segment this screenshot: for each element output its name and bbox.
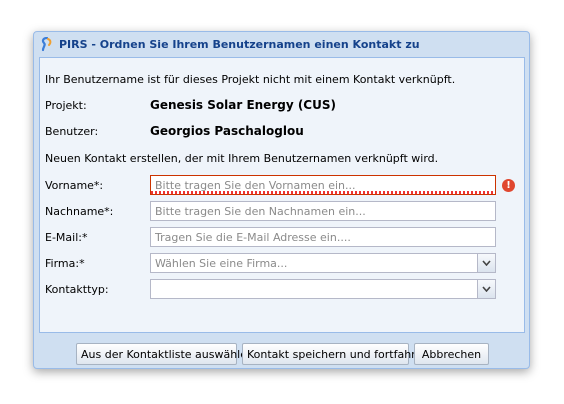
company-dropdown-trigger[interactable]	[477, 254, 495, 272]
project-label: Projekt:	[45, 99, 87, 112]
error-icon: !	[502, 179, 515, 192]
save-and-continue-button[interactable]: Kontakt speichern und fortfahren	[242, 343, 429, 365]
contact-type-label: Kontakttyp:	[45, 283, 109, 296]
invalid-underline	[151, 191, 495, 194]
user-value: Georgios Paschaloglou	[150, 124, 304, 138]
lastname-input[interactable]: Bitte tragen Sie den Nachnamen ein...	[150, 201, 496, 221]
select-from-contact-list-button[interactable]: Aus der Kontaktliste auswählen	[76, 343, 254, 365]
dialog-title: PIRS - Ordnen Sie Ihrem Benutzernamen ei…	[59, 37, 420, 51]
dialog-body: Ihr Benutzername ist für dieses Projekt …	[39, 57, 525, 333]
email-input[interactable]: Tragen Sie die E-Mail Adresse ein....	[150, 227, 496, 247]
pirs-logo-icon	[40, 36, 54, 52]
firstname-label: Vorname*:	[45, 179, 104, 192]
lastname-placeholder: Bitte tragen Sie den Nachnamen ein...	[155, 205, 366, 218]
cancel-button[interactable]: Abbrechen	[414, 343, 489, 365]
email-label: E-Mail:*	[45, 231, 88, 244]
dialog-window: PIRS - Ordnen Sie Ihrem Benutzernamen ei…	[33, 31, 530, 369]
chevron-down-icon	[482, 286, 491, 292]
firstname-input[interactable]: Bitte tragen Sie den Vornamen ein...	[150, 175, 496, 195]
project-value: Genesis Solar Energy (CUS)	[150, 98, 336, 112]
lastname-label: Nachname*:	[45, 205, 114, 218]
dialog-titlebar[interactable]: PIRS - Ordnen Sie Ihrem Benutzernamen ei…	[34, 32, 529, 56]
company-placeholder: Wählen Sie eine Firma...	[155, 257, 288, 270]
company-combo[interactable]: Wählen Sie eine Firma...	[150, 253, 496, 273]
new-contact-text: Neuen Kontakt erstellen, der mit Ihrem B…	[45, 152, 439, 165]
contact-type-combo[interactable]	[150, 279, 496, 299]
contact-type-dropdown-trigger[interactable]	[477, 280, 495, 298]
intro-text: Ihr Benutzername ist für dieses Projekt …	[45, 73, 456, 86]
company-label: Firma:*	[45, 257, 85, 270]
email-placeholder: Tragen Sie die E-Mail Adresse ein....	[155, 231, 351, 244]
chevron-down-icon	[482, 260, 491, 266]
user-label: Benutzer:	[45, 125, 99, 138]
